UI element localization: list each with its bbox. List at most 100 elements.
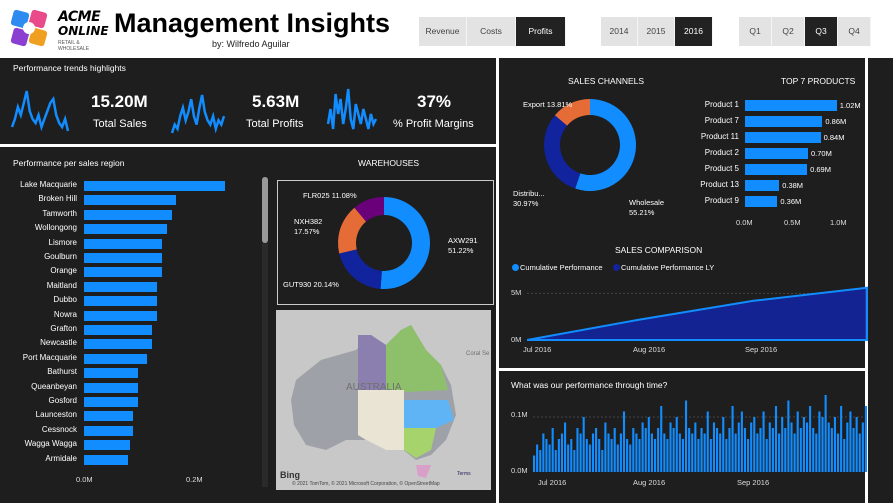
time-bar[interactable] [771, 428, 774, 472]
time-bar[interactable] [560, 433, 564, 473]
time-bar[interactable] [533, 455, 536, 473]
region-bar[interactable] [84, 181, 226, 191]
time-bar[interactable] [778, 433, 781, 473]
time-bar[interactable] [793, 433, 796, 473]
time-bar[interactable] [644, 428, 647, 472]
region-scroll-thumb[interactable] [262, 177, 268, 243]
time-bar[interactable] [681, 439, 684, 472]
time-bar[interactable] [601, 450, 604, 472]
region-bar[interactable] [84, 209, 172, 220]
time-bar[interactable] [756, 433, 759, 473]
region-bar[interactable] [84, 382, 138, 393]
time-bar[interactable] [582, 417, 585, 472]
time-bar[interactable] [660, 406, 663, 472]
time-bar[interactable] [616, 444, 619, 473]
time-bar[interactable] [737, 422, 740, 473]
time-bar[interactable] [607, 433, 610, 473]
time-bar[interactable] [833, 417, 836, 472]
time-bar[interactable] [712, 422, 716, 473]
time-bar[interactable] [784, 428, 787, 472]
metric-button-revenue[interactable]: Revenue [419, 17, 467, 46]
time-bar[interactable] [567, 444, 570, 473]
time-bar[interactable] [598, 439, 601, 472]
quarter-button-q3[interactable]: Q3 [805, 17, 838, 46]
time-bar[interactable] [802, 417, 805, 472]
time-bar[interactable] [591, 433, 595, 473]
time-bar[interactable] [551, 428, 554, 472]
time-bar[interactable] [805, 422, 809, 473]
time-bar[interactable] [812, 428, 815, 472]
time-bar[interactable] [635, 433, 638, 473]
time-bar[interactable] [632, 428, 635, 472]
product-bar[interactable] [745, 100, 837, 111]
time-bar[interactable] [827, 422, 830, 473]
time-bar[interactable] [700, 428, 703, 472]
comparison-series[interactable] [527, 286, 868, 341]
time-bar[interactable] [734, 433, 737, 473]
time-bar[interactable] [694, 422, 697, 473]
product-bar[interactable] [745, 116, 823, 127]
time-bar[interactable] [864, 406, 867, 472]
time-bar[interactable] [725, 439, 728, 472]
channel-slice[interactable] [544, 115, 581, 189]
time-bar[interactable] [613, 428, 616, 472]
time-bar[interactable] [595, 428, 598, 472]
time-bar[interactable] [653, 439, 657, 472]
time-bar[interactable] [790, 422, 793, 473]
region-bar[interactable] [84, 339, 153, 350]
region-bar[interactable] [84, 224, 167, 235]
product-bar[interactable] [745, 132, 821, 143]
region-bar[interactable] [84, 281, 157, 292]
time-bar[interactable] [852, 428, 855, 472]
time-bar[interactable] [697, 439, 700, 472]
product-bar[interactable] [745, 196, 778, 207]
warehouse-slice[interactable] [380, 197, 430, 289]
time-bar[interactable] [836, 433, 840, 473]
time-bar[interactable] [781, 417, 784, 472]
time-bar[interactable] [548, 444, 551, 473]
time-bar[interactable] [830, 428, 833, 472]
time-bar[interactable] [799, 428, 802, 472]
time-bar[interactable] [666, 439, 669, 472]
time-bar[interactable] [678, 433, 681, 473]
time-bar[interactable] [641, 422, 644, 473]
region-bar[interactable] [84, 368, 138, 379]
time-bar[interactable] [638, 439, 641, 472]
time-bar[interactable] [743, 428, 747, 472]
time-bar[interactable] [576, 428, 579, 472]
time-bar[interactable] [719, 433, 722, 473]
time-bar[interactable] [728, 428, 731, 472]
time-bar[interactable] [750, 422, 753, 473]
time-bar[interactable] [774, 406, 778, 472]
time-bar[interactable] [684, 400, 688, 473]
year-button-2015[interactable]: 2015 [638, 17, 675, 46]
time-bar[interactable] [818, 411, 821, 473]
time-bar[interactable] [821, 417, 824, 472]
time-bar[interactable] [846, 422, 849, 473]
time-bar[interactable] [536, 444, 539, 473]
time-bar[interactable] [650, 433, 653, 473]
time-bar[interactable] [619, 433, 622, 473]
time-bar[interactable] [585, 439, 588, 472]
time-bar[interactable] [604, 422, 607, 473]
time-bar[interactable] [824, 395, 827, 472]
time-bar[interactable] [545, 439, 548, 472]
time-bar[interactable] [809, 406, 812, 472]
time-bar[interactable] [675, 417, 678, 472]
region-bar[interactable] [84, 267, 162, 278]
time-bar[interactable] [573, 450, 576, 472]
product-bar[interactable] [745, 148, 808, 159]
time-bar[interactable] [629, 444, 632, 473]
year-button-2016[interactable]: 2016 [675, 17, 713, 46]
time-bar[interactable] [691, 433, 694, 473]
time-bar[interactable] [815, 433, 818, 473]
time-bar[interactable] [610, 439, 613, 472]
time-bar[interactable] [669, 422, 672, 473]
time-bar[interactable] [787, 400, 790, 473]
time-bar[interactable] [759, 428, 762, 472]
time-bar[interactable] [740, 411, 743, 473]
region-bar[interactable] [84, 238, 162, 249]
time-bar[interactable] [626, 439, 629, 472]
time-bar[interactable] [796, 411, 799, 473]
time-bar[interactable] [647, 417, 650, 472]
